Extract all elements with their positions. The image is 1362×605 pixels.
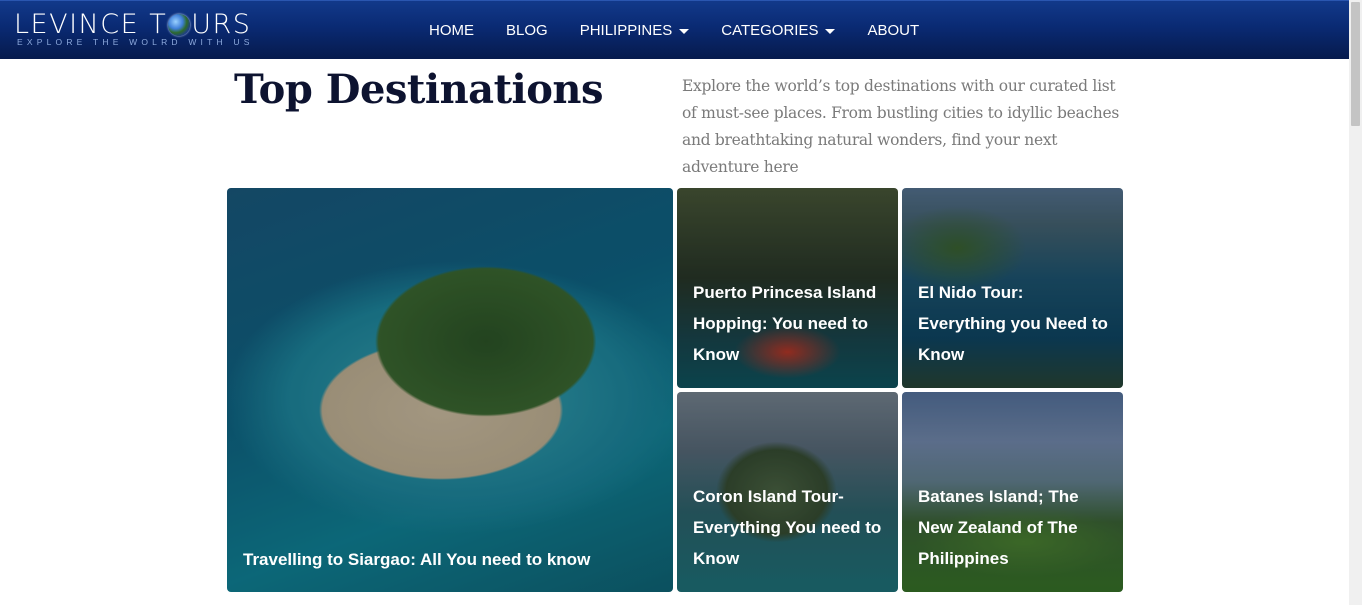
- nav-about[interactable]: ABOUT: [851, 1, 935, 59]
- nav-about-label: ABOUT: [867, 21, 920, 39]
- logo-text-right: URS: [191, 9, 252, 40]
- chevron-down-icon: [679, 28, 690, 34]
- destination-card-coron[interactable]: Coron Island Tour- Everything You need t…: [677, 392, 898, 592]
- nav-categories-label: CATEGORIES: [721, 21, 819, 39]
- scrollbar-thumb[interactable]: [1351, 2, 1360, 126]
- nav-home[interactable]: HOME: [413, 1, 490, 59]
- destination-card-puerto-princesa[interactable]: Puerto Princesa Island Hopping: You need…: [677, 188, 898, 388]
- page-title: Top Destinations: [234, 66, 604, 113]
- logo-tagline: EXPLORE THE WOLRD WITH US: [17, 37, 254, 47]
- nav-home-label: HOME: [429, 21, 474, 39]
- destination-card-title[interactable]: Batanes Island; The New Zealand of The P…: [918, 481, 1111, 574]
- destination-card-el-nido[interactable]: El Nido Tour: Everything you Need to Kno…: [902, 188, 1123, 388]
- logo-text-left: LEVINCE T: [14, 9, 168, 40]
- destination-card-siargao[interactable]: Travelling to Siargao: All You need to k…: [227, 188, 673, 592]
- globe-icon: [168, 14, 191, 36]
- nav-philippines-label: PHILIPPINES: [579, 21, 673, 39]
- chevron-down-icon: [825, 28, 836, 34]
- site-logo[interactable]: LEVINCE T URS EXPLORE THE WOLRD WITH US: [14, 9, 254, 48]
- destination-card-title[interactable]: Puerto Princesa Island Hopping: You need…: [693, 277, 886, 370]
- nav-categories[interactable]: CATEGORIES: [705, 1, 851, 59]
- card-image-overlay: [227, 188, 673, 592]
- destination-card-title[interactable]: Travelling to Siargao: All You need to k…: [243, 544, 661, 575]
- nav-blog[interactable]: BLOG: [490, 1, 564, 59]
- main-nav: HOME BLOG PHILIPPINES CATEGORIES ABOUT: [413, 1, 935, 59]
- intro-description: Explore the world’s top destinations wit…: [682, 77, 1119, 176]
- nav-philippines[interactable]: PHILIPPINES: [564, 1, 706, 59]
- destination-card-title[interactable]: Coron Island Tour- Everything You need t…: [693, 481, 886, 574]
- site-header: LEVINCE T URS EXPLORE THE WOLRD WITH US …: [0, 0, 1349, 59]
- destination-card-title[interactable]: El Nido Tour: Everything you Need to Kno…: [918, 277, 1111, 370]
- destination-card-batanes[interactable]: Batanes Island; The New Zealand of The P…: [902, 392, 1123, 592]
- nav-blog-label: BLOG: [506, 21, 548, 39]
